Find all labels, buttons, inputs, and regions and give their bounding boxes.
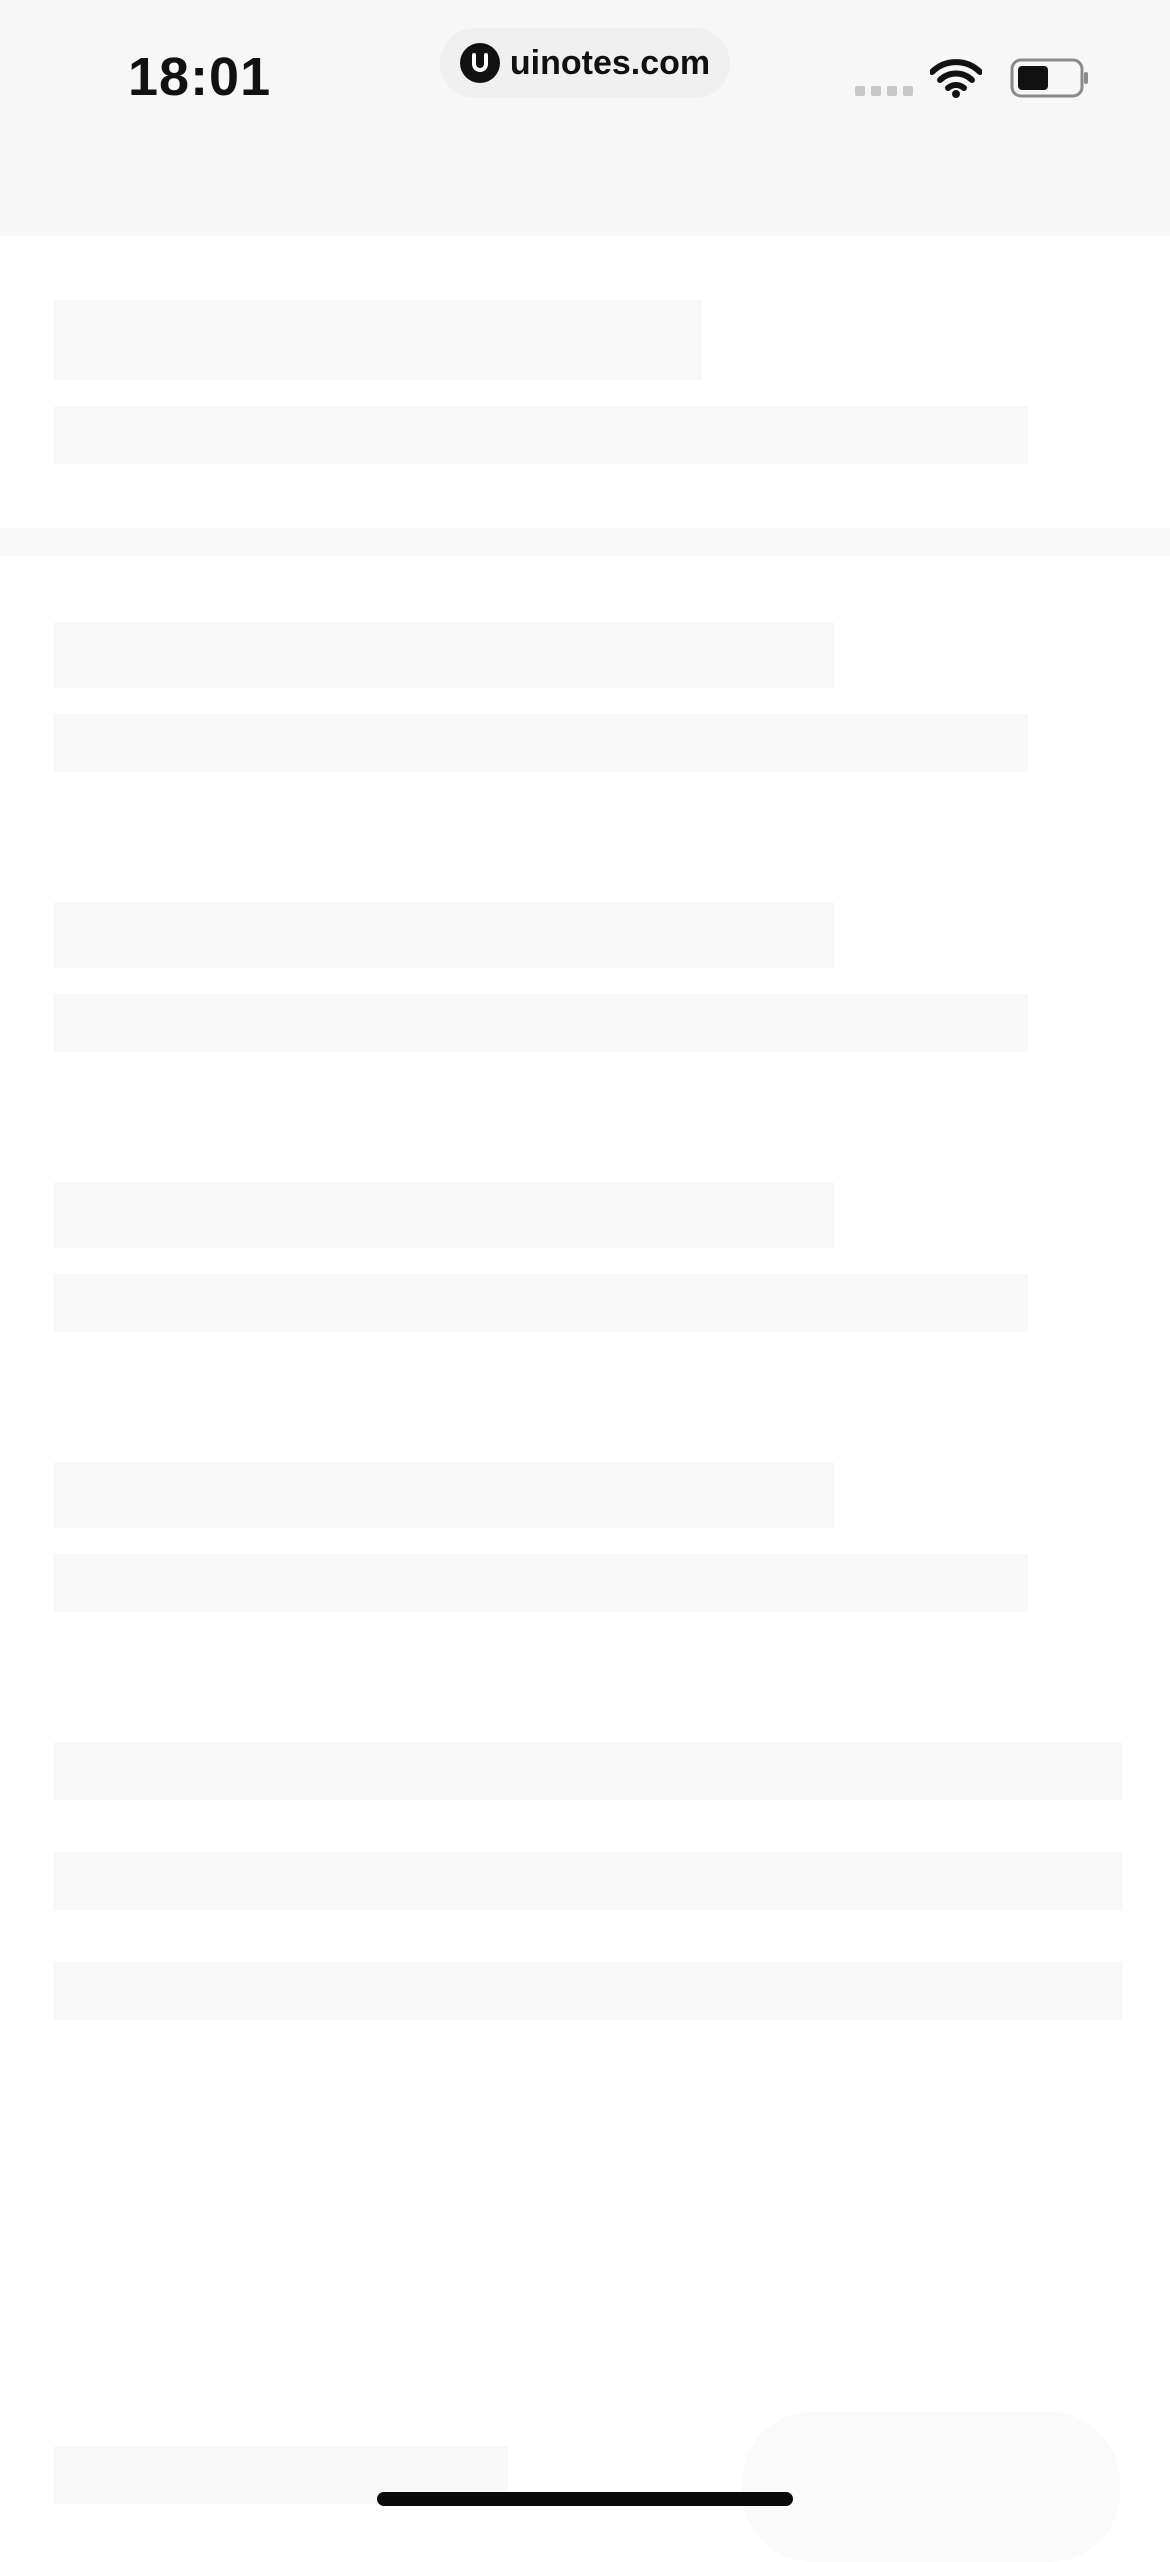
- skeleton-wide-line: [54, 1742, 1122, 1800]
- cellular-signal-icon: [855, 86, 913, 96]
- home-indicator[interactable]: [377, 2492, 793, 2506]
- skeleton-item-title: [54, 1182, 834, 1248]
- skeleton-item-title: [54, 622, 834, 688]
- skeleton-item-line: [54, 714, 1028, 772]
- skeleton-wide-line: [54, 1962, 1122, 2020]
- skeleton-item-title: [54, 1462, 834, 1528]
- skeleton-item-line: [54, 1274, 1028, 1332]
- wifi-icon: [929, 58, 983, 103]
- skeleton-action-button: [742, 2412, 1120, 2562]
- skeleton-item-line: [54, 1554, 1028, 1612]
- section-divider: [0, 528, 1170, 556]
- battery-icon: [1010, 58, 1090, 103]
- skeleton-title: [54, 300, 702, 380]
- status-time: 18:01: [128, 47, 272, 107]
- url-text: uinotes.com: [509, 43, 711, 82]
- skeleton-item-title: [54, 902, 834, 968]
- skeleton-item-line: [54, 994, 1028, 1052]
- url-address-pill[interactable]: uinotes.com: [440, 28, 730, 98]
- skeleton-wide-line: [54, 1852, 1122, 1910]
- site-logo-icon: [459, 43, 500, 83]
- header-bar: 18:01 uinotes.com: [0, 0, 1170, 236]
- skeleton-subtitle: [54, 406, 1028, 464]
